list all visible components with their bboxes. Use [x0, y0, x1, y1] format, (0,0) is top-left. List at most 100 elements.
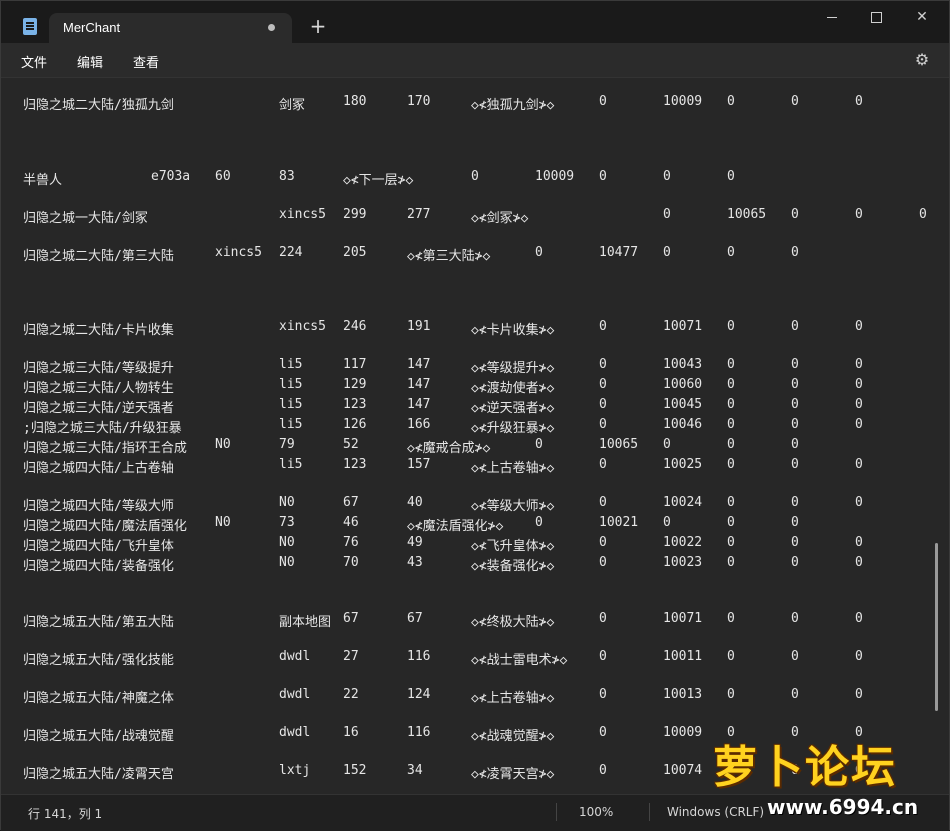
line-field: 76 — [343, 535, 359, 550]
line-field: 0 — [727, 555, 735, 570]
line-field: 归隐之城二大陆/独孤九剑 — [23, 98, 174, 113]
menu-view[interactable]: 查看 — [133, 52, 159, 71]
line-field: li5 — [279, 377, 303, 392]
text-line: 归隐之城四大陆/装备强化 N0 70 43 ◇≮装备强化≯◇ 0 10023 0 0 0 — [1, 555, 931, 575]
line-field: N0 — [279, 555, 295, 570]
line-field: 0 — [855, 611, 863, 626]
close-button[interactable]: ✕ — [899, 6, 945, 28]
text-line: 归隐之城三大陆/人物转生 li5 129 147 ◇≮渡劫使者≯◇ 0 10060 0 0 0 — [1, 377, 931, 397]
line-field: 0 — [727, 319, 735, 334]
text-line: 归隐之城三大陆/指环王合成 N0 79 52 ◇≮魔戒合成≯◇ 0 10065 0 0 0 — [1, 437, 931, 457]
text-line: 归隐之城三大陆/等级提升 li5 117 147 ◇≮等级提升≯◇ 0 10043 0 0 0 — [1, 357, 931, 377]
line-field: 0 — [727, 245, 735, 260]
line-field: 0 — [727, 94, 735, 109]
line-field: 191 — [407, 319, 431, 334]
line-field: ◇≮战魂觉醒≯◇ — [471, 729, 555, 744]
cursor-position: 行 141，列 1 — [28, 807, 103, 821]
line-field: 129 — [343, 377, 367, 392]
text-line: 半兽人 e703a 60 83 ◇≮下一层≯◇ 0 10009 0 0 0 — [1, 169, 931, 189]
line-field: dwdl — [279, 649, 311, 664]
line-field: 归隐之城二大陆/第三大陆 — [23, 249, 174, 264]
line-field: xincs5 — [279, 319, 326, 334]
line-field: 0 — [727, 535, 735, 550]
line-field: 归隐之城三大陆/指环王合成 — [23, 441, 187, 456]
line-field: 副本地图 — [279, 615, 332, 630]
line-field: ◇≮独孤九剑≯◇ — [471, 98, 555, 113]
minimize-button[interactable] — [809, 6, 855, 28]
line-field: ◇≮剑冢≯◇ — [471, 211, 529, 226]
line-field: 10021 — [599, 515, 639, 530]
line-field: 归隐之城二大陆/卡片收集 — [23, 323, 174, 338]
text-editor[interactable]: 归隐之城二大陆/独孤九剑 剑冢 180 170 ◇≮独孤九剑≯◇ 0 10009 0 0 0 半兽人… — [1, 78, 949, 794]
unsaved-dot-icon[interactable] — [268, 24, 275, 31]
tab-merchant[interactable]: MerChant — [49, 13, 292, 43]
line-field: 0 — [855, 207, 863, 222]
line-field: 0 — [791, 457, 799, 472]
watermark-logo: 萝卜论坛 www.6994.cn — [705, 729, 931, 825]
line-field: 0 — [599, 555, 607, 570]
line-field: ◇≮等级大师≯◇ — [471, 499, 555, 514]
new-tab-button[interactable]: + — [307, 15, 329, 37]
line-field: 83 — [279, 169, 295, 184]
line-field: 0 — [855, 417, 863, 432]
title-bar: MerChant + ✕ — [1, 1, 949, 43]
line-field: li5 — [279, 417, 303, 432]
line-field: 10011 — [663, 649, 703, 664]
line-field: 0 — [599, 397, 607, 412]
line-field: 0 — [599, 649, 607, 664]
tab-title: MerChant — [63, 20, 121, 35]
line-field: 0 — [791, 535, 799, 550]
line-field: 归隐之城三大陆/等级提升 — [23, 361, 174, 376]
line-field: 117 — [343, 357, 367, 372]
line-field: 0 — [855, 94, 863, 109]
plus-icon: + — [309, 14, 327, 38]
line-field: 246 — [343, 319, 367, 334]
line-field: ◇≮飞升皇体≯◇ — [471, 539, 555, 554]
line-field: ◇≮渡劫使者≯◇ — [471, 381, 555, 396]
line-field: e703a — [151, 169, 191, 184]
line-field: 10013 — [663, 687, 703, 702]
menu-file[interactable]: 文件 — [21, 52, 47, 71]
text-line: 归隐之城四大陆/上古卷轴 li5 123 157 ◇≮上古卷轴≯◇ 0 10025 0 0 0 — [1, 457, 931, 477]
line-field: 10023 — [663, 555, 703, 570]
line-field: 67 — [407, 611, 423, 626]
maximize-icon — [870, 11, 882, 23]
line-field: 22 — [343, 687, 359, 702]
line-field: 归隐之城五大陆/神魔之体 — [23, 691, 174, 706]
line-field: 124 — [407, 687, 431, 702]
text-line: 归隐之城四大陆/魔法盾强化 N0 73 46 ◇≮魔法盾强化≯◇ 0 10021 0 0 0 — [1, 515, 931, 535]
line-field: 73 — [279, 515, 295, 530]
line-field: li5 — [279, 457, 303, 472]
line-field: 0 — [727, 495, 735, 510]
line-field: 27 — [343, 649, 359, 664]
line-field: N0 — [279, 495, 295, 510]
text-line: 归隐之城五大陆/强化技能 dwdl 27 116 ◇≮战士雷电术≯◇ 0 10011 0 0 0 — [1, 649, 931, 669]
line-field: 0 — [727, 649, 735, 664]
line-field: ◇≮装备强化≯◇ — [471, 559, 555, 574]
line-field: 34 — [407, 763, 423, 778]
text-line: 归隐之城五大陆/第五大陆 副本地图 67 67 ◇≮终极大陆≯◇ 0 10071 0 0 0 — [1, 611, 931, 631]
line-field: 0 — [791, 94, 799, 109]
line-field: 0 — [791, 649, 799, 664]
line-field: 40 — [407, 495, 423, 510]
line-field: 10043 — [663, 357, 703, 372]
text-line: ;归隐之城三大陆/升级狂暴 li5 126 166 ◇≮升级狂暴≯◇ 0 10046 0 0 0 — [1, 417, 931, 437]
line-field: 0 — [855, 649, 863, 664]
line-field: 归隐之城五大陆/强化技能 — [23, 653, 174, 668]
line-field: 0 — [727, 397, 735, 412]
gear-icon[interactable]: ⚙ — [913, 51, 931, 69]
line-field: 123 — [343, 397, 367, 412]
line-field: 16 — [343, 725, 359, 740]
line-field: 147 — [407, 377, 431, 392]
line-field: 0 — [727, 611, 735, 626]
line-field: 0 — [599, 495, 607, 510]
line-field: 归隐之城四大陆/飞升皇体 — [23, 539, 174, 554]
menu-edit[interactable]: 编辑 — [77, 52, 103, 71]
line-field: 205 — [343, 245, 367, 260]
line-field: 0 — [791, 437, 799, 452]
maximize-button[interactable] — [853, 6, 899, 28]
text-line: 归隐之城二大陆/卡片收集 xincs5 246 191 ◇≮卡片收集≯◇ 0 10071 0 0… — [1, 319, 931, 339]
zoom-level[interactable]: 100% — [579, 805, 613, 819]
vertical-scrollbar[interactable] — [935, 543, 938, 711]
line-field: 0 — [727, 169, 735, 184]
